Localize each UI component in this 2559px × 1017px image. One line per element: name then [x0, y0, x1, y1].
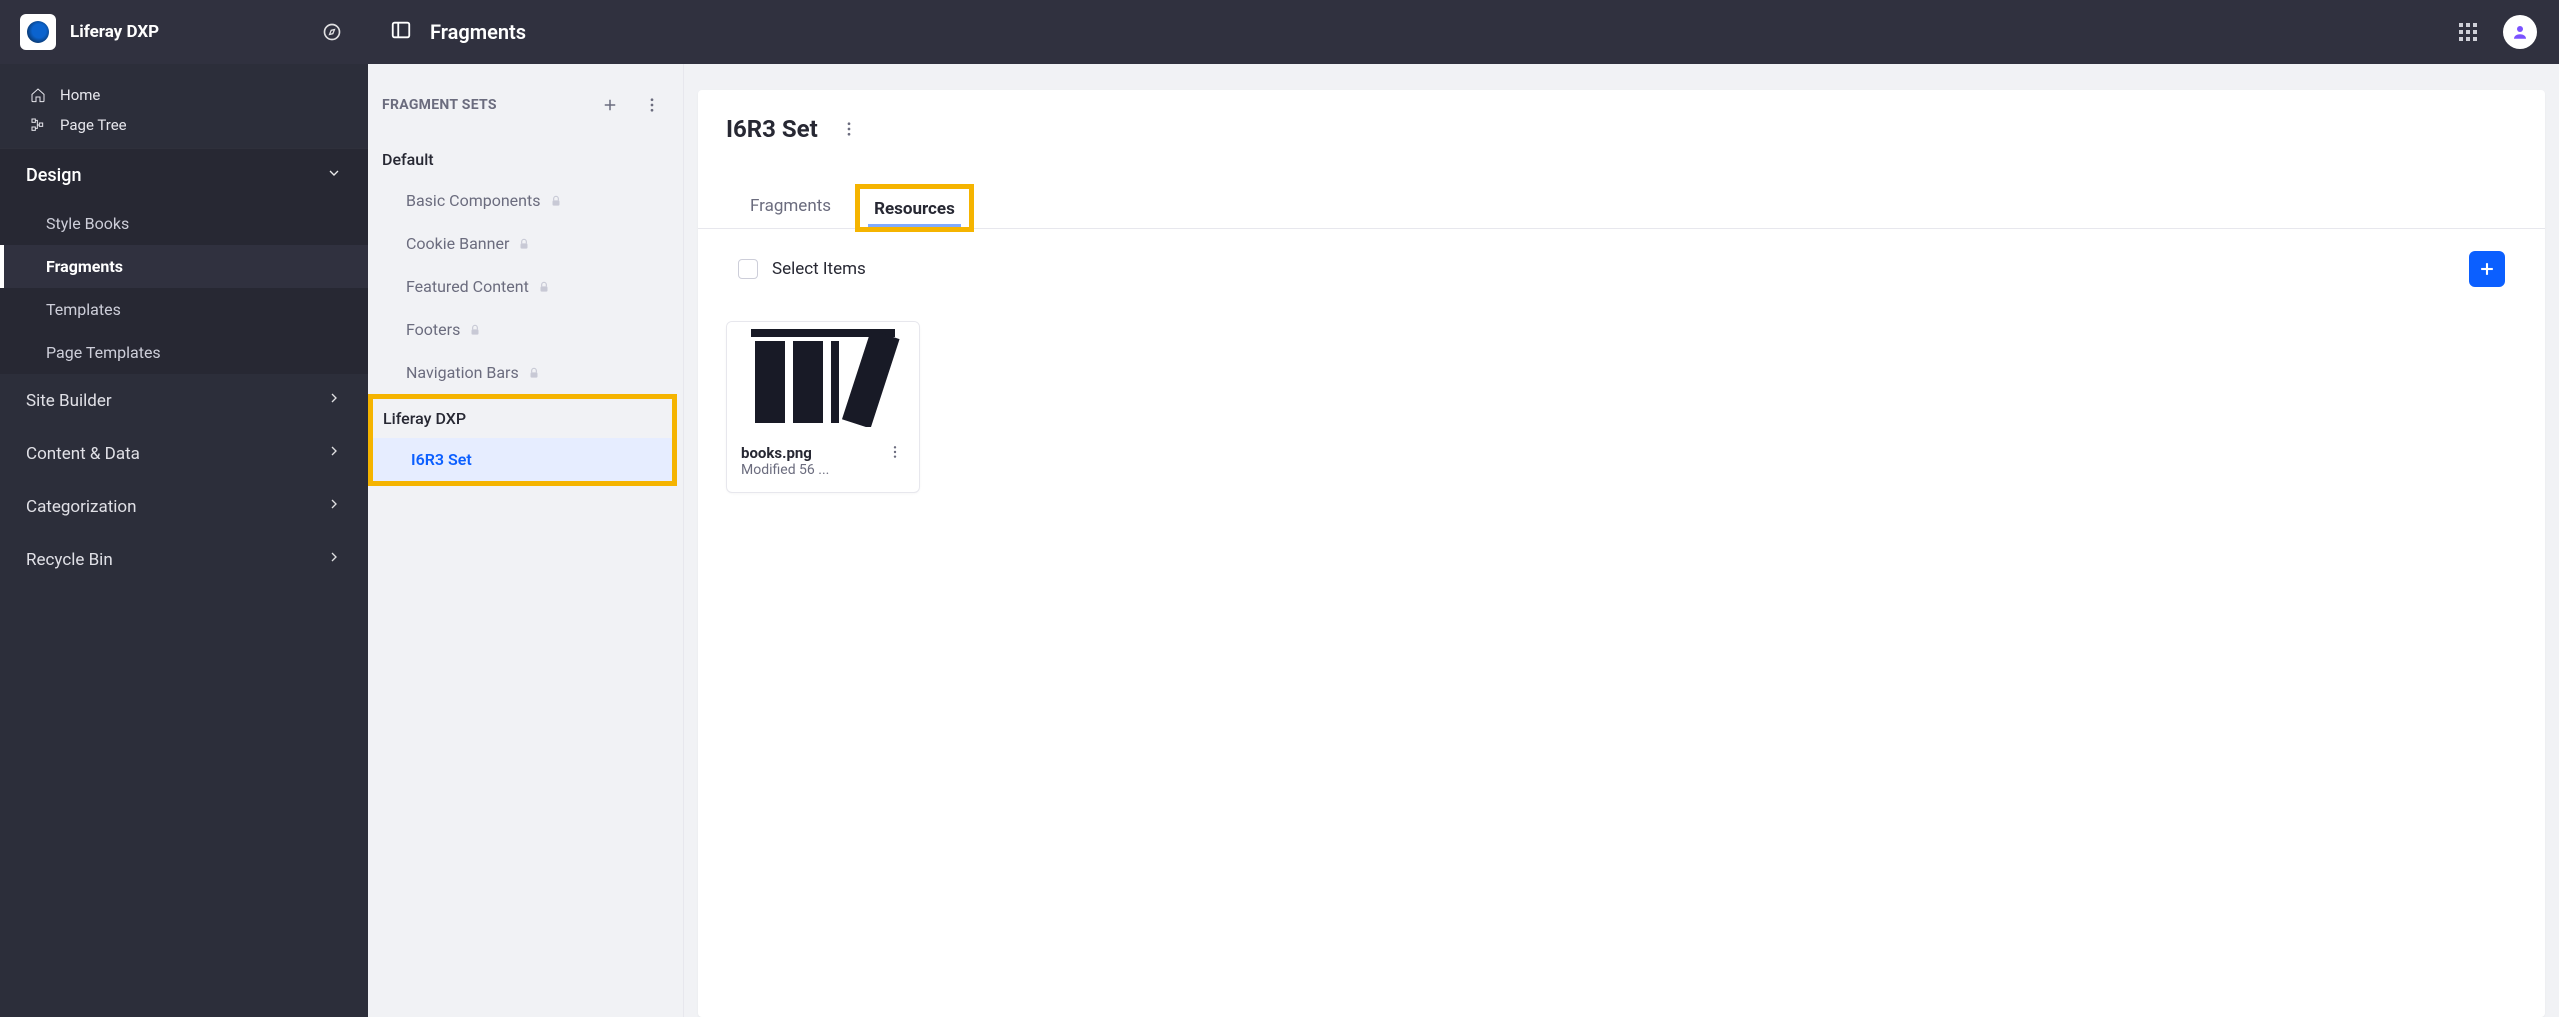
quicklink-label: Home	[60, 86, 100, 104]
chevron-right-icon	[326, 549, 342, 570]
kebab-icon	[887, 444, 903, 460]
card-subtitle: Modified 56 ...	[741, 462, 861, 478]
design-section-header[interactable]: Design	[0, 148, 368, 202]
set-item-label: Basic Components	[406, 191, 541, 210]
design-section-label: Design	[26, 165, 81, 186]
sets-header: FRAGMENT SETS	[368, 88, 683, 140]
card-thumbnail	[727, 322, 919, 432]
panel-head: I6R3 Set	[698, 112, 2545, 160]
cat-content-data[interactable]: Content & Data	[0, 427, 368, 480]
toolbar: Select Items	[698, 229, 2545, 291]
cat-label: Categorization	[26, 497, 136, 517]
panel-title: I6R3 Set	[726, 115, 818, 143]
card-body: books.png Modified 56 ...	[727, 432, 919, 492]
plus-icon	[601, 96, 619, 114]
set-item-label: Cookie Banner	[406, 234, 509, 253]
tab-fragments[interactable]: Fragments	[736, 186, 845, 228]
resource-card[interactable]: books.png Modified 56 ...	[726, 321, 920, 493]
panel-toggle-button[interactable]	[390, 19, 412, 45]
chevron-right-icon	[326, 390, 342, 411]
set-item-footers[interactable]: Footers	[368, 308, 683, 351]
brand-logo[interactable]	[20, 14, 56, 50]
content-panel: I6R3 Set Fragments Resources Select Item…	[698, 90, 2545, 1017]
set-item-i6r3[interactable]: I6R3 Set	[373, 438, 672, 481]
brand-header: Liferay DXP	[0, 0, 368, 64]
apps-menu-button[interactable]	[2451, 15, 2485, 49]
lock-icon	[537, 280, 551, 294]
set-item-label: Footers	[406, 320, 460, 339]
topbar: Fragments	[368, 0, 2559, 64]
user-icon	[2511, 23, 2529, 41]
card-title: books.png	[741, 444, 885, 462]
kebab-icon	[643, 96, 661, 114]
cat-label: Site Builder	[26, 391, 112, 411]
set-item-label: I6R3 Set	[411, 450, 472, 469]
chevron-right-icon	[326, 496, 342, 517]
compass-icon	[322, 22, 342, 42]
panel-menu-button[interactable]	[832, 112, 866, 146]
quicklinks: Home Page Tree	[0, 64, 368, 148]
fragment-sets-column: FRAGMENT SETS Default Basic Components C…	[368, 64, 684, 1017]
cat-recycle-bin[interactable]: Recycle Bin	[0, 533, 368, 586]
set-item-cookie-banner[interactable]: Cookie Banner	[368, 222, 683, 265]
cat-categorization[interactable]: Categorization	[0, 480, 368, 533]
chevron-right-icon	[326, 443, 342, 464]
panel-icon	[390, 19, 412, 41]
nav-item-fragments[interactable]: Fragments	[0, 245, 368, 288]
tab-resources[interactable]: Resources	[860, 189, 969, 227]
sets-header-title: FRAGMENT SETS	[382, 97, 585, 113]
lock-icon	[517, 237, 531, 251]
nav-item-page-templates[interactable]: Page Templates	[0, 331, 368, 374]
lock-icon	[527, 366, 541, 380]
highlight-box-tab: Resources	[855, 184, 974, 232]
chevron-down-icon	[326, 165, 342, 186]
quicklink-home[interactable]: Home	[12, 80, 356, 110]
brand-logo-icon	[27, 21, 49, 43]
cat-label: Recycle Bin	[26, 550, 113, 570]
design-items: Style Books Fragments Templates Page Tem…	[0, 202, 368, 374]
set-group-default[interactable]: Default	[368, 140, 683, 179]
set-item-basic-components[interactable]: Basic Components	[368, 179, 683, 222]
highlight-box-sets: Liferay DXP I6R3 Set	[368, 394, 677, 486]
set-item-label: Navigation Bars	[406, 363, 519, 382]
home-icon	[28, 87, 48, 103]
cat-site-builder[interactable]: Site Builder	[0, 374, 368, 427]
kebab-icon	[840, 120, 858, 138]
card-menu-button[interactable]	[885, 444, 905, 460]
lock-icon	[549, 194, 563, 208]
tabs: Fragments Resources	[698, 160, 2545, 229]
topbar-title: Fragments	[430, 20, 526, 44]
nav-item-templates[interactable]: Templates	[0, 288, 368, 331]
quicklink-page-tree[interactable]: Page Tree	[12, 110, 356, 140]
nav-item-style-books[interactable]: Style Books	[0, 202, 368, 245]
set-group-liferay-dxp[interactable]: Liferay DXP	[373, 399, 672, 438]
set-item-featured-content[interactable]: Featured Content	[368, 265, 683, 308]
select-items-label: Select Items	[772, 259, 866, 279]
tree-icon	[28, 117, 48, 133]
brand-title: Liferay DXP	[70, 22, 316, 42]
set-item-label: Featured Content	[406, 277, 529, 296]
compass-button[interactable]	[316, 16, 348, 48]
books-thumbnail-icon	[743, 327, 903, 427]
quicklink-label: Page Tree	[60, 116, 127, 134]
resource-cards: books.png Modified 56 ...	[698, 291, 2545, 523]
sets-menu-button[interactable]	[635, 88, 669, 122]
select-all-checkbox[interactable]	[738, 259, 758, 279]
add-set-button[interactable]	[593, 88, 627, 122]
set-item-navigation-bars[interactable]: Navigation Bars	[368, 351, 683, 394]
add-resource-button[interactable]	[2469, 251, 2505, 287]
plus-icon	[2477, 259, 2497, 279]
user-avatar[interactable]	[2503, 15, 2537, 49]
main-sidebar: Liferay DXP Home Page Tree Design	[0, 0, 368, 1017]
workspace: Fragments FRAGMENT SETS	[368, 0, 2559, 1017]
lock-icon	[468, 323, 482, 337]
cat-label: Content & Data	[26, 444, 140, 464]
